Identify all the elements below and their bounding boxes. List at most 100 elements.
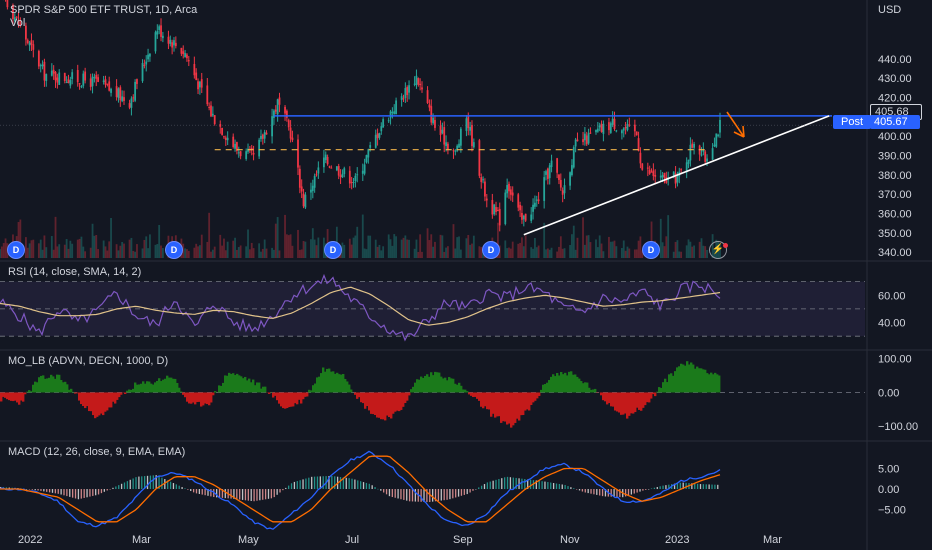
macd-histogram-bar — [267, 489, 270, 499]
candle-body — [719, 119, 721, 133]
volume-bar — [596, 247, 599, 258]
volume-bar — [559, 236, 562, 258]
volume-bar — [45, 247, 48, 258]
date-axis-tick: Nov — [560, 534, 580, 546]
dividend-badge[interactable]: D — [165, 241, 183, 259]
candle-body — [641, 163, 644, 170]
candle-body — [278, 97, 281, 105]
candle-body — [521, 213, 523, 220]
macd-histogram-bar — [524, 479, 526, 490]
macd-histogram-bar — [112, 487, 114, 490]
mo-pane-label[interactable]: MO_LB (ADVN, DECN, 1000, D) — [8, 355, 168, 367]
macd-histogram-bar — [362, 482, 365, 490]
symbol-title[interactable]: SPDR S&P 500 ETF TRUST, 1D, Arca — [10, 4, 197, 16]
macd-histogram-bar — [512, 477, 514, 490]
volume-bar — [187, 250, 190, 258]
volume-label[interactable]: Vol — [10, 17, 25, 29]
price-axis-tick: 440.00 — [878, 54, 912, 66]
macd-histogram-bar — [432, 489, 434, 502]
macd-histogram-bar — [293, 481, 296, 490]
macd-histogram-bar — [262, 489, 264, 500]
macd-pane-label[interactable]: MACD (12, 26, close, 9, EMA, EMA) — [8, 446, 185, 458]
volume-bar — [278, 250, 281, 258]
macd-histogram-bar — [244, 489, 247, 501]
macd-histogram-bar — [138, 476, 140, 490]
candle-body — [635, 131, 638, 136]
candle-body — [485, 198, 488, 201]
macd-histogram-bar — [146, 475, 149, 490]
candle-body — [234, 143, 236, 149]
volume-bar — [459, 249, 462, 258]
volume-bar — [50, 236, 53, 258]
volume-bar — [613, 240, 616, 258]
mo-area-bar — [124, 392, 127, 395]
macd-histogram-bar — [619, 489, 621, 498]
dividend-badge[interactable]: D — [7, 241, 25, 259]
candle-body — [524, 213, 527, 221]
candle-body — [587, 133, 590, 144]
candle-body — [54, 71, 57, 81]
price-axis-tick: 350.00 — [878, 228, 912, 240]
candle-body — [611, 118, 614, 125]
volume-bar — [30, 240, 33, 258]
volume-bar — [563, 248, 566, 258]
candle-body — [106, 83, 109, 85]
volume-bar — [511, 241, 514, 258]
dividend-badge[interactable]: D — [642, 241, 660, 259]
candle-body — [509, 189, 512, 195]
volume-bar — [615, 246, 618, 258]
candle-body — [200, 79, 203, 88]
volume-bar — [678, 251, 681, 258]
macd-histogram-bar — [630, 489, 633, 495]
macd-histogram-bar — [394, 489, 396, 498]
candle-body — [491, 199, 494, 215]
volume-bar — [685, 245, 688, 258]
candle-body — [271, 116, 273, 137]
candle-body — [274, 109, 277, 112]
candle-body — [302, 193, 305, 207]
volume-bar — [95, 234, 98, 258]
candle-body — [313, 175, 316, 188]
volume-bar — [141, 248, 144, 258]
volume-bar — [548, 249, 551, 258]
volume-bar — [41, 249, 44, 258]
candle-body — [574, 139, 577, 147]
volume-bar — [689, 241, 692, 258]
candle-body — [6, 0, 9, 8]
candle-body — [558, 174, 560, 180]
macd-histogram-bar — [46, 489, 48, 492]
volume-bar — [261, 248, 264, 258]
volume-bar — [276, 217, 279, 258]
macd-histogram-bar — [239, 489, 241, 500]
candle-body — [30, 40, 33, 45]
candle-body — [413, 83, 416, 85]
dividend-badge[interactable]: D — [482, 241, 500, 259]
price-axis-tick: 370.00 — [878, 189, 912, 201]
macd-histogram-bar — [259, 489, 261, 501]
candle-body — [145, 61, 148, 65]
macd-histogram-bar — [152, 475, 154, 490]
candle-body — [339, 175, 342, 178]
macd-histogram-bar — [472, 489, 474, 491]
volume-bar — [517, 243, 520, 258]
price-axis-tick: 360.00 — [878, 209, 912, 221]
macd-histogram-bar — [95, 489, 97, 496]
volume-bar — [161, 248, 164, 258]
volume-bar — [128, 239, 131, 258]
dividend-badge[interactable]: D — [324, 241, 342, 259]
volume-bar — [343, 244, 346, 258]
volume-bar — [556, 251, 559, 258]
macd-histogram-bar — [633, 489, 635, 494]
macd-histogram-bar — [544, 481, 546, 490]
rsi-pane-label[interactable]: RSI (14, close, SMA, 14, 2) — [8, 266, 141, 278]
macd-histogram-bar — [279, 489, 281, 493]
candle-body — [76, 70, 79, 83]
volume-bar — [89, 247, 92, 258]
candle-body — [186, 54, 188, 59]
candle-body — [406, 87, 409, 96]
volume-bar — [195, 243, 198, 258]
candle-body — [147, 54, 149, 60]
candle-body — [691, 143, 694, 148]
macd-histogram-bar — [43, 489, 45, 492]
mo-axis-tick: 100.00 — [878, 354, 912, 366]
